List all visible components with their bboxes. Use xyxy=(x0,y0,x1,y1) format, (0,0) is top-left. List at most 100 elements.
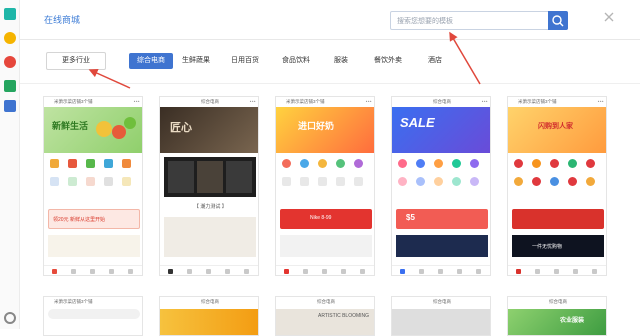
shop-name: 米萧示菜店铺3个铺 xyxy=(286,99,325,104)
close-icon[interactable] xyxy=(602,10,616,24)
banner-text: ARTISTIC BLOOMING xyxy=(318,313,370,319)
icon-grid-row-2 xyxy=(512,177,604,191)
template-card[interactable]: 米萧示菜店铺3个铺 ••• 新鲜生活 领20元 新鲜从这里开始 xyxy=(43,96,143,276)
banner-text: 闪购到人家 xyxy=(538,123,573,130)
card-shop-name: 米萧示菜店铺3个铺 xyxy=(44,297,142,307)
app-icon-green[interactable] xyxy=(4,80,16,92)
divider xyxy=(20,83,640,84)
icon-grid-row-2 xyxy=(396,177,488,191)
section-title-text: 【 潮力测试 】 xyxy=(194,204,227,210)
promo-text: 一件无忧购物 xyxy=(532,244,563,250)
shop-name: 综合电商 xyxy=(201,299,219,304)
product-strip xyxy=(48,235,140,257)
card-banner: SALE xyxy=(392,107,490,153)
category-tab-fresh[interactable]: 生鲜蔬果 xyxy=(178,53,214,69)
more-icon: ••• xyxy=(481,99,488,104)
weibo-icon[interactable] xyxy=(4,56,16,68)
card-banner: 闪购到人家 xyxy=(508,107,606,153)
template-card[interactable]: 米萧示菜店铺3个铺 ••• 进口好奶 Nike 8-99 xyxy=(275,96,375,276)
card-shop-name: 综合电商 ••• xyxy=(392,97,490,107)
template-card[interactable]: 综合电商 ••• SALE $5 xyxy=(391,96,491,276)
card-bottom-nav xyxy=(276,265,374,275)
card-shop-name: 米萧示菜店铺3个铺 ••• xyxy=(508,97,606,107)
more-icon: ••• xyxy=(365,99,372,104)
search-button[interactable] xyxy=(548,11,568,30)
more-industries-button[interactable]: 更多行业 xyxy=(46,52,106,70)
promo-text: 领20元 新鲜从这里开始 xyxy=(53,217,105,223)
shop-name: 综合电商 xyxy=(201,99,219,104)
icon-grid-row-2 xyxy=(280,177,372,191)
shop-name: 综合电商 xyxy=(433,99,451,104)
more-icon: ••• xyxy=(133,99,140,104)
banner-text: 匠心 xyxy=(170,121,192,134)
dialog-header: 在线商城 搜索您想要的模板 xyxy=(20,0,640,40)
category-tab-daily-goods[interactable]: 日用百货 xyxy=(226,53,264,69)
section-title: 【 潮力测试 】 xyxy=(164,201,256,213)
shop-name: 综合电商 xyxy=(549,299,567,304)
template-card[interactable]: 综合电商 农业服装 xyxy=(507,296,607,336)
template-card[interactable]: 综合电商 ARTISTIC BLOOMING xyxy=(275,296,375,336)
card-bottom-nav xyxy=(160,265,258,275)
category-tab-all-ecommerce[interactable]: 综合电商 xyxy=(129,53,173,69)
icon-grid-row-2 xyxy=(48,177,140,191)
promo-banner: $5 xyxy=(396,209,488,229)
category-tab-takeout[interactable]: 餐饮外卖 xyxy=(368,53,408,69)
template-card[interactable]: 综合电商 ••• 匠心 【 潮力测试 】 xyxy=(159,96,259,276)
card-banner: ARTISTIC BLOOMING xyxy=(276,309,374,335)
promo-banner: Nike 8-99 xyxy=(280,209,372,229)
shop-name: 综合电商 xyxy=(433,299,451,304)
card-banner: 进口好奶 xyxy=(276,107,374,153)
promo-banner: 领20元 新鲜从这里开始 xyxy=(48,209,140,229)
banner-text: SALE xyxy=(400,115,435,130)
card-shop-name: 综合电商 ••• xyxy=(160,97,258,107)
category-tab-food-drink[interactable]: 食品饮料 xyxy=(276,53,316,69)
icon-grid xyxy=(48,159,140,173)
search-input[interactable]: 搜索您想要的模板 xyxy=(390,11,568,30)
shop-name: 米萧示菜店铺3个铺 xyxy=(54,299,93,304)
category-tab-clothing[interactable]: 服装 xyxy=(329,53,353,69)
template-card[interactable]: 综合电商 xyxy=(159,296,259,336)
category-tab-hotel[interactable]: 酒店 xyxy=(423,53,447,69)
product-strip xyxy=(280,235,372,257)
card-banner: 农业服装 xyxy=(508,309,606,335)
card-search-bar xyxy=(48,309,140,319)
template-card[interactable]: 米萧示菜店铺3个铺 xyxy=(43,296,143,336)
card-shop-name: 综合电商 xyxy=(160,297,258,307)
card-bottom-nav xyxy=(44,265,142,275)
app-rail xyxy=(0,0,20,329)
banner-text: 进口好奶 xyxy=(298,121,335,131)
search-icon xyxy=(552,15,564,27)
card-banner: 匠心 xyxy=(160,107,258,153)
more-icon: ••• xyxy=(249,99,256,104)
promo-banner xyxy=(512,209,604,229)
card-shop-name: 米萧示菜店铺3个铺 ••• xyxy=(44,97,142,107)
banner-text: 农业服装 xyxy=(560,318,585,324)
search-placeholder: 搜索您想要的模板 xyxy=(397,18,453,25)
card-shop-name: 综合电商 xyxy=(508,297,606,307)
app-icon-teal[interactable] xyxy=(4,8,16,20)
template-card[interactable]: 米萧示菜店铺3个铺 ••• 闪购到人家 一件无忧购物 xyxy=(507,96,607,276)
more-icon: ••• xyxy=(597,99,604,104)
banner-text: 新鲜生活 xyxy=(52,121,89,131)
card-bottom-nav xyxy=(508,265,606,275)
shop-name: 综合电商 xyxy=(317,299,335,304)
star-icon[interactable] xyxy=(4,32,16,44)
shop-name: 米萧示菜店铺3个铺 xyxy=(54,99,93,104)
card-shop-name: 米萧示菜店铺3个铺 ••• xyxy=(276,97,374,107)
template-picker-dialog: 在线商城 搜索您想要的模板 更多行业 综合电商 生鲜蔬果 日用百货 食品饮料 服… xyxy=(20,0,640,336)
card-banner: 新鲜生活 xyxy=(44,107,142,153)
app-icon-blue[interactable] xyxy=(4,100,16,112)
promo-text: Nike 8-99 xyxy=(310,215,332,221)
icon-grid xyxy=(280,159,372,173)
promo-text: $5 xyxy=(406,213,415,222)
card-shop-name: 综合电商 xyxy=(392,297,490,307)
settings-icon[interactable] xyxy=(4,312,16,324)
card-bottom-nav xyxy=(392,265,490,275)
template-card[interactable]: 综合电商 xyxy=(391,296,491,336)
shop-name: 米萧示菜店铺3个铺 xyxy=(518,99,557,104)
card-banner xyxy=(392,309,490,335)
product-grid xyxy=(164,157,256,197)
product-strip: 一件无忧购物 xyxy=(512,235,604,257)
icon-grid xyxy=(512,159,604,173)
icon-grid xyxy=(396,159,488,173)
